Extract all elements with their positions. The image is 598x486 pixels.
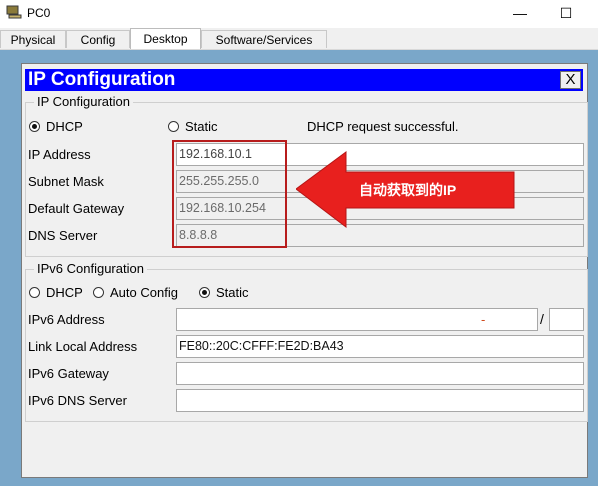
maximize-button[interactable]: ☐ (544, 0, 588, 26)
annotation-text: 自动获取到的IP (359, 182, 457, 198)
ipv4-dhcp-label: DHCP (46, 119, 83, 134)
radio-unselected-icon (29, 287, 40, 298)
prefix-slash: / (540, 311, 544, 327)
pc-app-icon (6, 5, 22, 19)
ipv6-dns-server-field[interactable] (176, 389, 584, 412)
ipv6-gateway-label: IPv6 Gateway (28, 366, 109, 381)
ip-address-label: IP Address (28, 147, 91, 162)
tab-physical[interactable]: Physical (0, 30, 66, 48)
close-icon: X (565, 71, 576, 88)
text-cursor-icon: - (481, 312, 486, 327)
ipv4-static-radio[interactable]: Static (168, 119, 218, 134)
subnet-mask-label: Subnet Mask (28, 174, 104, 189)
dns-server-label: DNS Server (28, 228, 98, 243)
window-title: PC0 (27, 6, 51, 20)
link-local-address-label: Link Local Address (28, 339, 138, 354)
link-local-address-field[interactable]: FE80::20C:CFFF:FE2D:BA43 (176, 335, 584, 358)
close-button[interactable]: X (560, 71, 581, 89)
ipv6-address-label: IPv6 Address (28, 312, 105, 327)
radio-unselected-icon (168, 121, 179, 132)
ipv6-auto-config-radio[interactable]: Auto Config (93, 285, 178, 300)
annotation-highlight-box (172, 140, 287, 248)
tab-desktop[interactable]: Desktop (130, 28, 201, 49)
ipv4-static-label: Static (185, 119, 218, 134)
radio-unselected-icon (93, 287, 104, 298)
minimize-icon: — (513, 5, 527, 21)
ipv6-prefix-field[interactable] (549, 308, 584, 331)
radio-selected-icon (29, 121, 40, 132)
ipv6-auto-config-label: Auto Config (110, 285, 178, 300)
ipv6-dns-server-label: IPv6 DNS Server (28, 393, 127, 408)
default-gateway-label: Default Gateway (28, 201, 125, 216)
window-titlebar: PC0 — ☐ (0, 0, 598, 28)
minimize-button[interactable]: — (498, 0, 542, 26)
tab-strip: Physical Config Desktop Software/Service… (0, 28, 598, 50)
ipv6-dhcp-radio[interactable]: DHCP (29, 285, 83, 300)
ipv6-gateway-field[interactable] (176, 362, 584, 385)
dialog-title-bar: IP Configuration X (25, 69, 583, 91)
ipv6-static-radio[interactable]: Static (199, 285, 249, 300)
ipv6-static-label: Static (216, 285, 249, 300)
ipv6-dhcp-label: DHCP (46, 285, 83, 300)
radio-selected-icon (199, 287, 210, 298)
maximize-icon: ☐ (559, 4, 573, 21)
tab-software-services[interactable]: Software/Services (201, 30, 327, 48)
ipv6-group-legend: IPv6 Configuration (34, 261, 147, 276)
tab-config[interactable]: Config (66, 30, 130, 48)
dialog-title: IP Configuration (28, 69, 176, 90)
ipv4-group-legend: IP Configuration (34, 94, 133, 109)
ipv4-dhcp-radio[interactable]: DHCP (29, 119, 83, 134)
dhcp-status-text: DHCP request successful. (307, 119, 459, 134)
